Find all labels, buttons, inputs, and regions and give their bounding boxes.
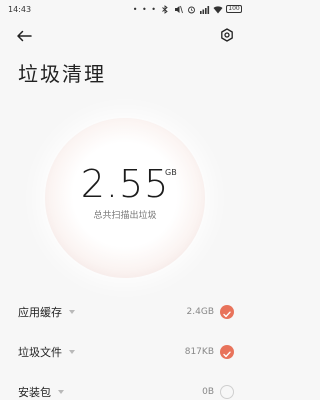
settings-button[interactable] <box>218 27 236 45</box>
category-size: 817KB <box>184 347 214 357</box>
category-size: 2.4GB <box>186 307 214 317</box>
category-row-install-packages[interactable]: 安装包 0B <box>0 372 250 400</box>
status-right: • • • 100 <box>133 5 242 14</box>
chevron-down-icon[interactable] <box>69 350 75 354</box>
battery-indicator: 100 <box>226 5 242 13</box>
gear-icon <box>220 27 234 46</box>
total-size-caption: 总共扫描出垃圾 <box>93 211 157 221</box>
junk-category-list: 应用缓存 2.4GB 垃圾文件 817KB 安装包 0B <box>0 292 250 400</box>
category-label: 应用缓存 <box>18 306 62 319</box>
check-icon <box>223 303 231 322</box>
arrow-left-icon <box>16 27 32 46</box>
category-row-app-cache[interactable]: 应用缓存 2.4GB <box>0 292 250 332</box>
category-label: 垃圾文件 <box>18 346 62 359</box>
check-icon <box>223 343 231 362</box>
bluetooth-icon <box>161 5 170 14</box>
mute-icon <box>174 5 183 14</box>
total-size-value: 2.55 <box>80 162 170 206</box>
signal-icon <box>200 5 210 14</box>
wifi-icon <box>213 5 223 14</box>
category-row-junk-files[interactable]: 垃圾文件 817KB <box>0 332 250 372</box>
status-bar: 14:43 • • • 100 <box>0 0 250 18</box>
category-checkbox[interactable] <box>220 385 234 399</box>
alarm-icon <box>187 5 196 14</box>
category-checkbox[interactable] <box>220 345 234 359</box>
back-button[interactable] <box>14 28 34 44</box>
total-size-unit: GB <box>165 168 177 177</box>
status-time: 14:43 <box>8 4 32 14</box>
page-title: 垃圾清理 <box>18 62 106 86</box>
status-left: 14:43 <box>8 5 31 14</box>
chevron-down-icon[interactable] <box>69 310 75 314</box>
chevron-down-icon[interactable] <box>58 390 64 394</box>
category-size: 0B <box>202 387 214 397</box>
status-dots: • • • <box>132 4 157 14</box>
category-checkbox[interactable] <box>220 305 234 319</box>
category-label: 安装包 <box>18 386 51 399</box>
